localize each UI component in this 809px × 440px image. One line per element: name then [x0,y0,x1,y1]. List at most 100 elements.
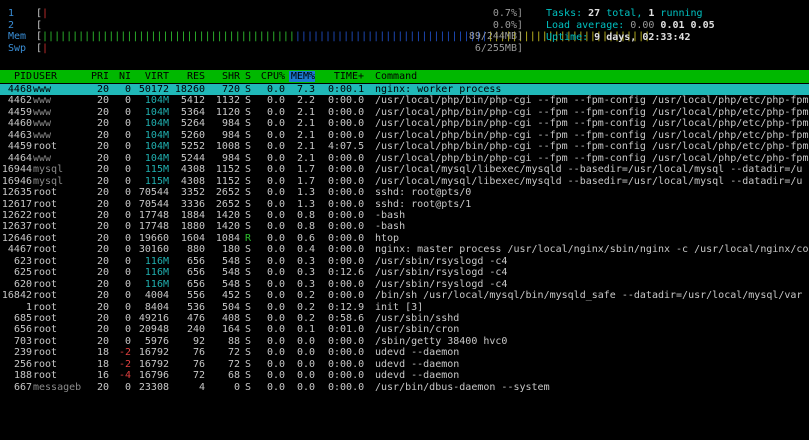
column-pri[interactable]: PRI [85,71,109,82]
process-row[interactable]: 239root 18 -2 16792 76 72 S 0.0 0.0 0:00.00 udevd … [0,347,809,358]
cell-mem: 0.2 [296,301,315,313]
cell-pri: 20 [96,198,109,210]
cell-user: root [33,232,58,244]
cell-cpu: 0.0 [266,313,285,324]
process-row[interactable]: 4459root 20 0 104M 5252 1008 S 0.0 2.1 4:07.55/us… [0,141,809,152]
column-command[interactable]: Command [375,71,805,82]
cell-pri: 20 [96,221,109,233]
cell-user: mysql [33,164,64,176]
cell-virt: 115M [144,175,169,187]
column-mem-sorted[interactable]: MEM% [289,71,315,83]
meter-swp: Swp [| 6/255MB] [8,43,523,55]
process-row[interactable]: 4459www 20 0 104M 5364 1120 S 0.0 2.1 0:00.01/usr… [0,107,809,118]
cell-ni: 0 [124,84,131,95]
cell-virt: 104M [144,152,169,164]
cell-ni: 0 [124,187,131,199]
process-row-selected[interactable]: 4468www 20 0 50172 18260 720 S 0.0 7.3 0:00.13 ngi… [0,84,809,96]
cell-s: S [245,335,252,347]
cell-s: S [245,347,252,359]
cell-cpu: 0.0 [266,129,285,141]
cell-time: 0:00.01 [328,209,364,221]
cell-cmd: /usr/sbin/cron [375,324,460,336]
cell-virt: 50172 [138,84,169,95]
process-row[interactable]: 625root 20 0 116M 656 548 S 0.0 0.3 0:12.67/usr/s… [0,267,809,278]
process-row[interactable]: 1root 20 0 8404 536 504 S 0.0 0.2 0:12.91 init [3] [0,302,809,313]
meter-segment: |||||||||||||||||||||||||||||||| [294,31,488,42]
cell-virt: 104M [144,106,169,118]
cell-cpu: 0.0 [266,84,285,95]
cell-ni: 0 [124,129,131,141]
cell-ni: 0 [124,278,131,290]
process-row[interactable]: 703root 20 0 5976 92 88 S 0.0 0.0 0:00.00/sbin/ge… [0,336,809,347]
column-state[interactable]: S [245,71,255,82]
cell-time: 0:00.01 [328,290,364,302]
cell-pid: 625 [13,267,32,279]
cell-res: 536 [186,301,205,313]
cell-shr: 72 [227,347,240,359]
process-row[interactable]: 623root 20 0 116M 656 548 S 0.0 0.3 0:00.01/usr/s… [0,256,809,267]
cell-res: 3352 [180,187,205,199]
column-shr[interactable]: SHR [210,71,240,82]
cell-mem: 0.1 [296,324,315,336]
cell-time: 0:00.01 [328,95,364,107]
column-cpu[interactable]: CPU% [257,71,285,82]
tasks-summary: Tasks: 27 total, 1 running [546,8,703,19]
cell-user: root [33,141,58,153]
cell-pid: 1 [25,301,32,313]
cell-ni: 0 [124,244,131,256]
column-user[interactable]: USER [33,71,83,82]
cell-time: 0:00.01 [328,152,364,164]
cell-s: S [245,301,252,313]
cell-cmd: /usr/local/mysql/libexec/mysqld --basedi… [375,175,803,187]
column-virt[interactable]: VIRT [136,71,169,82]
cell-cmd: udevd --daemon [375,370,460,382]
process-row[interactable]: 656root 20 0 20948 240 164 S 0.0 0.1 0:01.02/usr/… [0,324,809,335]
process-row[interactable]: 12646root 20 0 19660 1604 1084 R 0.0 0.6 0:00.08 h… [0,233,809,244]
process-row[interactable]: 16842root 20 0 4004 556 452 S 0.0 0.2 0:00.01/bin… [0,290,809,301]
column-ni[interactable]: NI [111,71,131,82]
process-row[interactable]: 188root 16 -4 16796 72 68 S 0.0 0.0 0:00.03 udevd … [0,370,809,381]
cell-s: S [245,221,252,233]
process-row[interactable]: 4463www 20 0 104M 5260 984 S 0.0 2.1 0:00.01/usr/… [0,130,809,141]
process-row[interactable]: 4464www 20 0 104M 5244 984 S 0.0 2.1 0:00.01/usr/… [0,153,809,164]
process-row[interactable]: 4467root 20 0 30160 880 180 S 0.0 0.4 0:00.00 ngin… [0,244,809,255]
load-average: Load average: 0.00 0.01 0.05 [546,20,715,31]
process-row[interactable]: 16944mysql 20 0 115M 4308 1152 S 0.0 1.7 0:00.01 /… [0,164,809,175]
column-time[interactable]: TIME+ [328,71,364,82]
cell-virt: 16792 [138,347,169,359]
column-pid[interactable]: PID [0,71,32,82]
process-row[interactable]: 685root 20 0 49216 476 408 S 0.0 0.2 0:58.67/usr/… [0,313,809,324]
cell-ni: 0 [124,164,131,176]
process-row[interactable]: 4460www 20 0 104M 5264 984 S 0.0 2.1 0:00.01/usr/… [0,118,809,129]
cell-cmd: /usr/local/php/bin/php-cgi --fpm --fpm-c… [375,152,809,164]
process-row[interactable]: 620root 20 0 116M 656 548 S 0.0 0.3 0:00.00/usr/s… [0,279,809,290]
process-row[interactable]: 12637root 20 0 17748 1880 1420 S 0.0 0.8 0:00.01-… [0,221,809,232]
cell-ni: 0 [124,95,131,107]
cell-virt: 16796 [138,370,169,382]
cell-pri: 20 [96,84,109,95]
htop-terminal: 1 [| 0.7%] 2[0.0%] Mem [|||||||||||||||||||||… [0,0,809,440]
cell-cmd: /usr/local/php/bin/php-cgi --fpm --fpm-c… [375,106,809,118]
process-row[interactable]: 256root 18 -2 16792 76 72 S 0.0 0.0 0:00.00 udevd … [0,359,809,370]
cell-cmd: htop [375,232,400,244]
process-row[interactable]: 16946mysql 20 0 115M 4308 1152 S 0.0 1.7 0:00.00 /… [0,176,809,187]
cell-pri: 20 [96,290,109,302]
cell-res: 4 [198,381,205,393]
cell-shr: 1084 [215,232,240,244]
cell-pri: 20 [96,267,109,279]
process-row[interactable]: 12617root 20 0 70544 3336 2652 S 0.0 1.3 0:00.04 s… [0,199,809,210]
process-row[interactable]: 12622root 20 0 17748 1884 1420 S 0.0 0.8 0:00.01-… [0,210,809,221]
process-row[interactable]: 12635root 20 0 70544 3352 2652 S 0.0 1.3 0:00.04 s… [0,187,809,198]
cell-cmd: /bin/sh /usr/local/mysql/bin/mysqld_safe… [375,290,803,302]
cell-ni: 0 [124,301,131,313]
cell-ni: 0 [124,152,131,164]
column-res[interactable]: RES [172,71,205,82]
cell-ni: 0 [124,198,131,210]
cell-mem: 1.7 [296,164,315,176]
cell-cmd: nginx: worker process [375,84,502,95]
cell-pri: 20 [96,129,109,141]
cell-user: root [33,301,58,313]
process-row[interactable]: 4462www 20 0 104M 5412 1132 S 0.0 2.2 0:00.01/usr… [0,95,809,106]
cell-user: www [33,118,52,130]
process-row[interactable]: 667messageb2002330840S0.00.00:00.00/usr/… [0,382,809,393]
